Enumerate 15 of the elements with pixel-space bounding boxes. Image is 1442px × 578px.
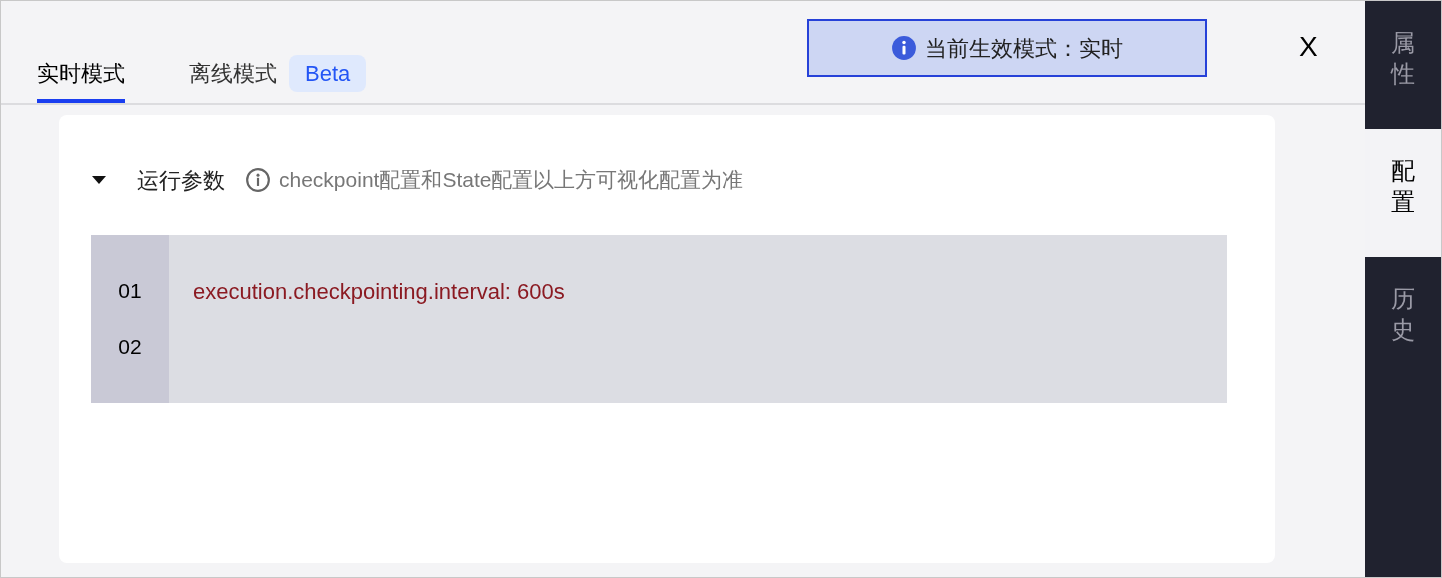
- line-number: 01: [117, 278, 143, 304]
- mode-tab[interactable]: 离线模式 Beta: [189, 47, 367, 103]
- line-number: 02: [117, 334, 143, 360]
- close-button[interactable]: X: [1299, 33, 1318, 61]
- info-icon: [891, 35, 917, 61]
- info-icon: [245, 167, 271, 193]
- mode-tab[interactable]: 实时模式: [37, 47, 125, 103]
- section-title: 运行参数: [137, 166, 225, 195]
- side-tab[interactable]: 历史: [1365, 257, 1441, 385]
- section-hint: checkpoint配置和State配置以上方可视化配置为准: [279, 167, 744, 194]
- code-line: execution.checkpointing.interval: 600s: [193, 279, 565, 304]
- banner-text: 当前生效模式：实时: [925, 34, 1123, 63]
- beta-badge: Beta: [289, 54, 367, 92]
- side-tab[interactable]: 属性: [1365, 1, 1441, 129]
- side-tab[interactable]: 配置: [1365, 129, 1441, 257]
